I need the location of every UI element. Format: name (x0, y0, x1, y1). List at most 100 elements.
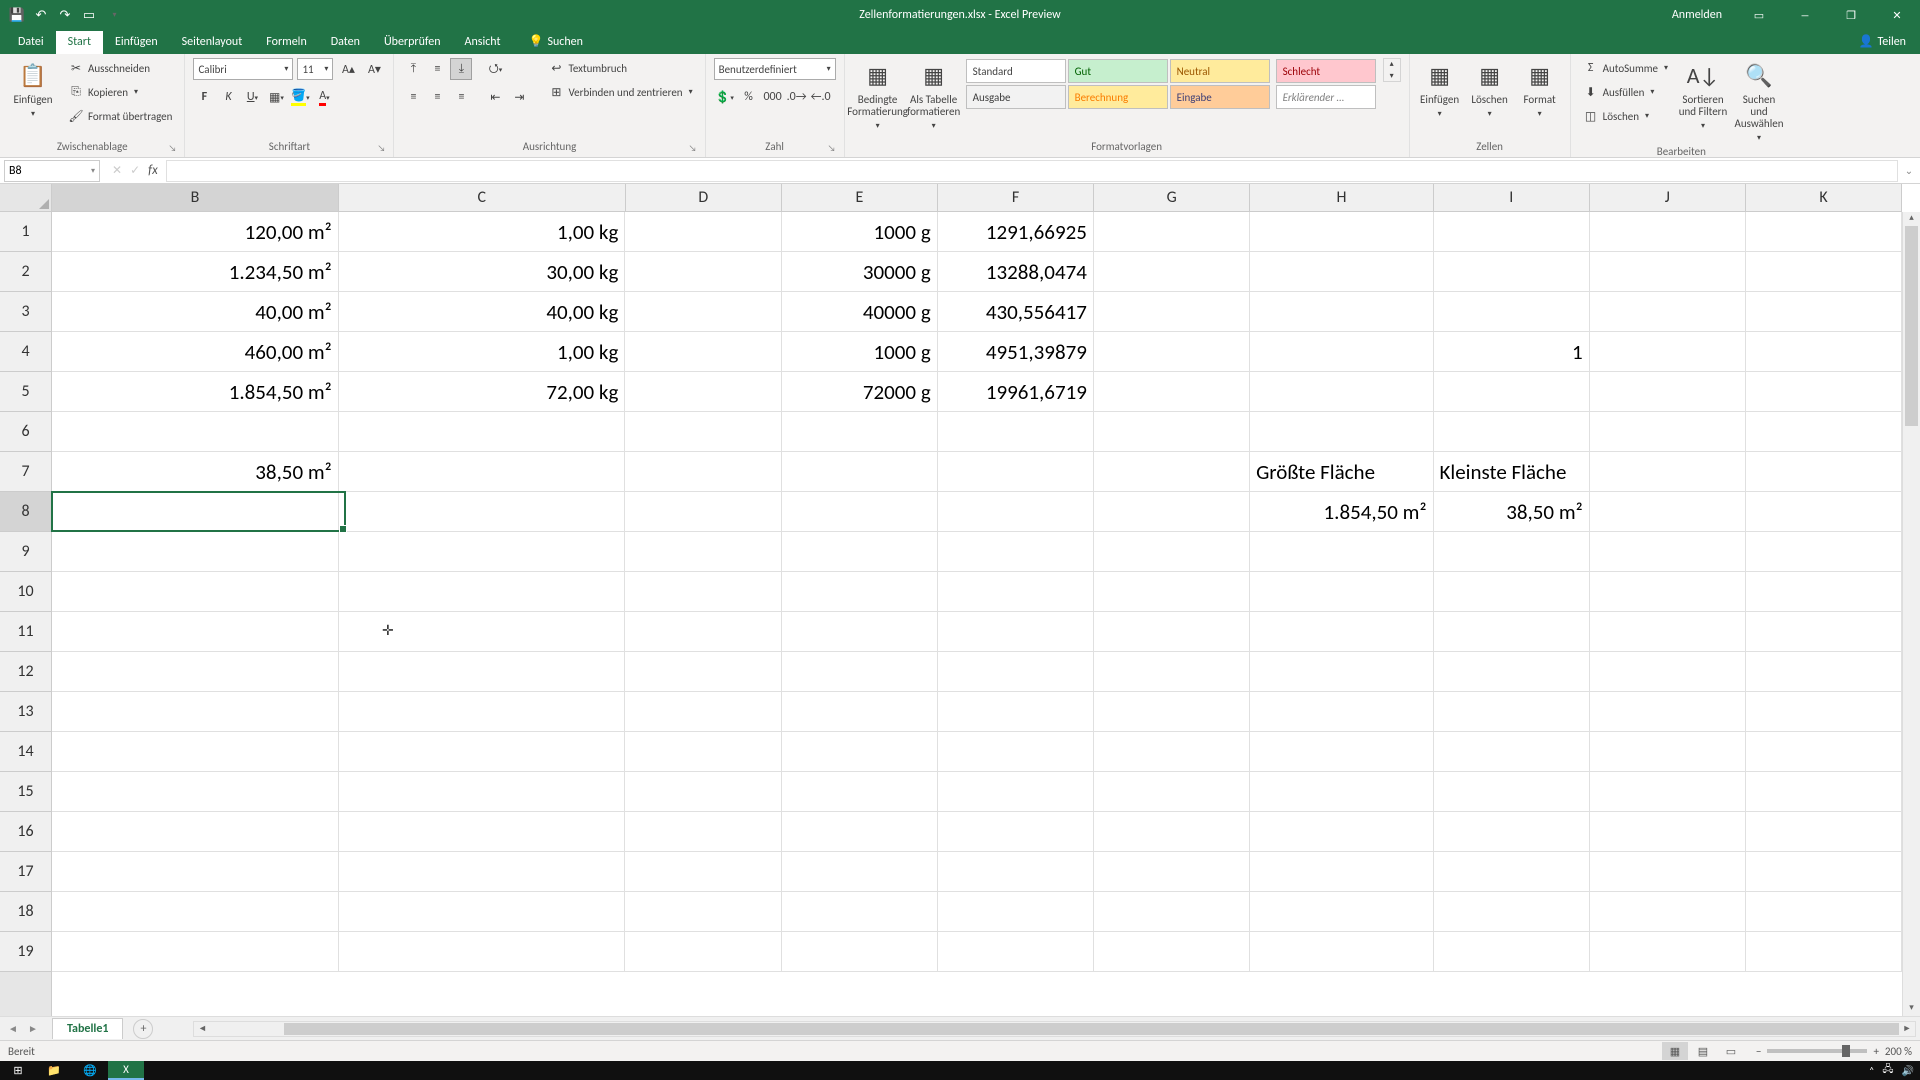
decrease-decimal-icon[interactable]: ←.0 (810, 86, 832, 108)
cell-B7[interactable]: 38,50 m² (52, 452, 339, 491)
cell-F14[interactable] (938, 732, 1094, 771)
cell-F2[interactable]: 13288,0474 (938, 252, 1094, 291)
cell-C17[interactable] (339, 852, 626, 891)
accounting-icon[interactable]: 💲▾ (714, 86, 736, 108)
redo-icon[interactable]: ↷ (56, 6, 74, 24)
scroll-right-icon[interactable]: ► (1899, 1022, 1915, 1036)
row-header-11[interactable]: 11 (0, 612, 51, 652)
cells-area[interactable]: 120,00 m²1,00 kg1000 g1291,669251.234,50… (52, 212, 1902, 1016)
cell-D16[interactable] (625, 812, 781, 851)
style-schlecht[interactable]: Schlecht (1276, 59, 1376, 83)
cell-E11[interactable] (782, 612, 938, 651)
cell-D3[interactable] (625, 292, 781, 331)
cell-D12[interactable] (625, 652, 781, 691)
col-header-D[interactable]: D (626, 184, 782, 211)
row-header-5[interactable]: 5 (0, 372, 51, 412)
cell-I4[interactable]: 1 (1434, 332, 1590, 371)
view-normal-icon[interactable]: ▦ (1662, 1042, 1688, 1060)
cell-H10[interactable] (1250, 572, 1433, 611)
scroll-left-icon[interactable]: ◄ (194, 1022, 210, 1036)
col-header-C[interactable]: C (339, 184, 626, 211)
cell-J1[interactable] (1590, 212, 1746, 251)
fill-color-icon[interactable]: 🪣▾ (289, 86, 311, 108)
cell-C6[interactable] (339, 412, 626, 451)
cell-D6[interactable] (625, 412, 781, 451)
cell-D15[interactable] (625, 772, 781, 811)
bold-icon[interactable]: F (193, 86, 215, 108)
cell-C8[interactable] (339, 492, 626, 531)
cell-E9[interactable] (782, 532, 938, 571)
cell-G19[interactable] (1094, 932, 1250, 971)
cell-B4[interactable]: 460,00 m² (52, 332, 339, 371)
cell-G2[interactable] (1094, 252, 1250, 291)
col-header-H[interactable]: H (1250, 184, 1433, 211)
cell-C12[interactable] (339, 652, 626, 691)
cell-C1[interactable]: 1,00 kg (339, 212, 626, 251)
cell-G1[interactable] (1094, 212, 1250, 251)
cell-C7[interactable] (339, 452, 626, 491)
cell-F8[interactable] (938, 492, 1094, 531)
cell-I16[interactable] (1434, 812, 1590, 851)
cell-E8[interactable] (782, 492, 938, 531)
orientation-icon[interactable]: ⭯▾ (484, 58, 506, 80)
cell-D7[interactable] (625, 452, 781, 491)
style-gut[interactable]: Gut (1068, 59, 1168, 83)
cell-B17[interactable] (52, 852, 339, 891)
cell-J8[interactable] (1590, 492, 1746, 531)
cell-H2[interactable] (1250, 252, 1433, 291)
font-color-icon[interactable]: A▾ (313, 86, 335, 108)
cell-J5[interactable] (1590, 372, 1746, 411)
cell-E3[interactable]: 40000 g (782, 292, 938, 331)
cell-G17[interactable] (1094, 852, 1250, 891)
row-header-18[interactable]: 18 (0, 892, 51, 932)
row-header-13[interactable]: 13 (0, 692, 51, 732)
tab-data[interactable]: Daten (319, 31, 372, 54)
cell-K18[interactable] (1746, 892, 1902, 931)
tab-home[interactable]: Start (56, 31, 103, 54)
cell-B15[interactable] (52, 772, 339, 811)
expand-formula-bar-icon[interactable]: ⌄ (1898, 164, 1920, 177)
qat-customize-icon[interactable] (104, 6, 122, 24)
tab-formulas[interactable]: Formeln (254, 31, 318, 54)
cell-C16[interactable] (339, 812, 626, 851)
cell-D1[interactable] (625, 212, 781, 251)
signin-link[interactable]: Anmelden (1658, 8, 1736, 22)
cell-J9[interactable] (1590, 532, 1746, 571)
cell-H8[interactable]: 1.854,50 m² (1250, 492, 1433, 531)
save-icon[interactable]: 💾 (8, 6, 26, 24)
cell-E2[interactable]: 30000 g (782, 252, 938, 291)
cell-K2[interactable] (1746, 252, 1902, 291)
cell-K8[interactable] (1746, 492, 1902, 531)
tray-up-icon[interactable]: ˄ (1869, 1064, 1874, 1077)
scroll-down-icon[interactable]: ▾ (1903, 1002, 1920, 1016)
sort-filter-button[interactable]: A↓Sortieren und Filtern▾ (1678, 58, 1728, 132)
cell-I11[interactable] (1434, 612, 1590, 651)
style-berechnung[interactable]: Berechnung (1068, 85, 1168, 109)
wrap-text-button[interactable]: ↩Textumbruch (544, 58, 696, 78)
cell-C3[interactable]: 40,00 kg (339, 292, 626, 331)
cell-B10[interactable] (52, 572, 339, 611)
cell-K17[interactable] (1746, 852, 1902, 891)
cell-H16[interactable] (1250, 812, 1433, 851)
cell-B18[interactable] (52, 892, 339, 931)
row-header-1[interactable]: 1 (0, 212, 51, 252)
sheet-tab-active[interactable]: Tabelle1 (52, 1018, 123, 1039)
cell-F1[interactable]: 1291,66925 (938, 212, 1094, 251)
cell-B16[interactable] (52, 812, 339, 851)
row-header-3[interactable]: 3 (0, 292, 51, 332)
row-header-14[interactable]: 14 (0, 732, 51, 772)
cell-J4[interactable] (1590, 332, 1746, 371)
tab-insert[interactable]: Einfügen (103, 31, 170, 54)
cell-B6[interactable] (52, 412, 339, 451)
cell-J15[interactable] (1590, 772, 1746, 811)
cell-H9[interactable] (1250, 532, 1433, 571)
style-ausgabe[interactable]: Ausgabe (966, 85, 1066, 109)
horizontal-scrollbar[interactable]: ◄ ► (193, 1021, 1916, 1037)
col-header-B[interactable]: B (52, 184, 339, 211)
cell-H11[interactable] (1250, 612, 1433, 651)
cell-I6[interactable] (1434, 412, 1590, 451)
tab-pagelayout[interactable]: Seitenlayout (170, 31, 255, 54)
hscroll-thumb[interactable] (284, 1023, 1899, 1035)
font-name-combo[interactable]: Calibri▾ (193, 58, 293, 80)
underline-icon[interactable]: U▾ (241, 86, 263, 108)
